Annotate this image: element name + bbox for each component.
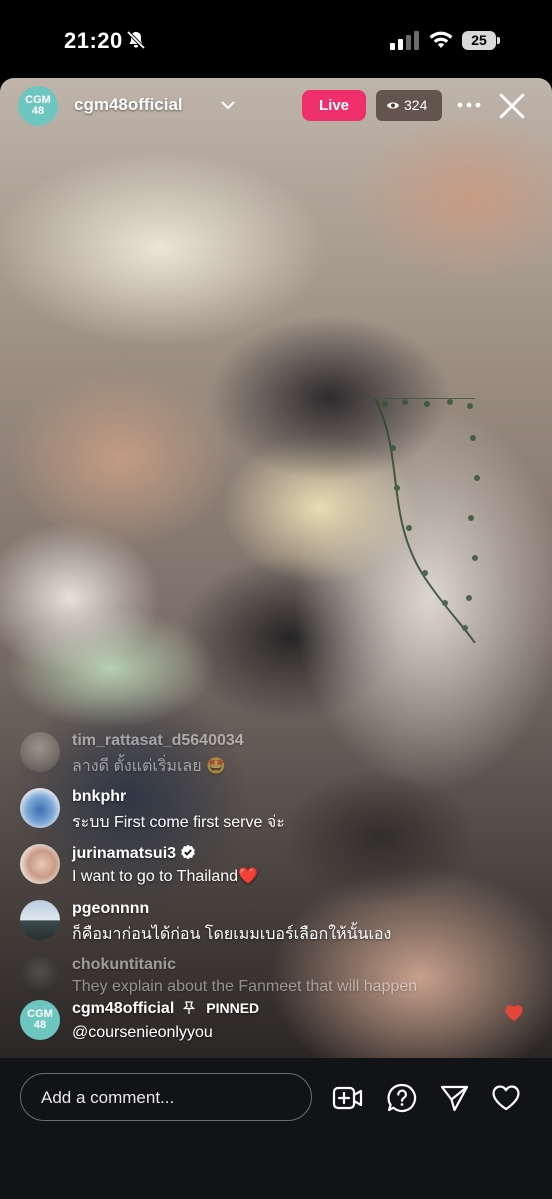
question-icon[interactable] — [386, 1082, 418, 1114]
viewer-count-value: 324 — [404, 97, 428, 113]
battery-level: 25 — [462, 31, 496, 50]
comment-avatar[interactable] — [20, 788, 60, 828]
comment-avatar[interactable] — [20, 732, 60, 772]
battery-icon: 25 — [462, 31, 502, 50]
comment-item[interactable]: bnkphr ระบบ First come first serve จ่ะ — [20, 788, 540, 831]
live-badge: Live — [302, 90, 366, 121]
garland-decoration — [374, 398, 480, 643]
comment-username[interactable]: pgeonnnn — [72, 900, 149, 918]
comment-text: I want to go to Thailand❤️ — [72, 868, 258, 885]
wifi-icon — [429, 31, 453, 48]
verified-badge-icon — [181, 844, 195, 860]
comment-username[interactable]: chokuntitanic — [72, 956, 176, 974]
comment-input-placeholder: Add a comment... — [41, 1088, 175, 1107]
comment-avatar[interactable] — [20, 844, 60, 884]
pinned-comment[interactable]: CGM 48 cgm48official PINNED @coursenieonl… — [20, 1000, 540, 1044]
comment-input[interactable]: Add a comment... — [20, 1073, 312, 1121]
heart-icon[interactable] — [490, 1082, 522, 1114]
host-name[interactable]: cgm48official — [74, 95, 183, 115]
comment-username[interactable]: bnkphr — [72, 788, 126, 806]
add-video-icon[interactable] — [332, 1082, 364, 1114]
pinned-username[interactable]: cgm48official PINNED — [72, 1000, 259, 1018]
close-icon[interactable] — [498, 92, 526, 120]
comment-text: ก็คือมาก่อนได้ก่อน โดยเมมเบอร์เลือกให้นั… — [72, 926, 392, 943]
status-bar: 21:20 25 — [0, 0, 552, 78]
heart-reaction-icon — [505, 1005, 523, 1021]
bottom-bar: Add a comment... — [0, 1058, 552, 1199]
comment-item[interactable]: chokuntitanic They explain about the Fan… — [20, 956, 540, 998]
bell-muted-icon — [126, 30, 146, 50]
comment-avatar[interactable] — [20, 900, 60, 940]
host-avatar[interactable]: CGM 48 — [18, 86, 58, 126]
comment-text: ระบบ First come first serve จ่ะ — [72, 814, 285, 831]
viewer-count[interactable]: 324 — [376, 90, 442, 121]
comment-item[interactable]: jurinamatsui3 I want to go to Thailand❤️ — [20, 844, 540, 886]
status-time: 21:20 — [64, 28, 123, 53]
comment-text: They explain about the Fanmeet that will… — [72, 978, 418, 995]
comment-username[interactable]: tim_rattasat_d5640034 — [72, 732, 244, 750]
chevron-down-icon[interactable] — [220, 98, 236, 112]
signal-icon — [390, 31, 419, 50]
comment-avatar[interactable] — [20, 956, 60, 996]
comment-item[interactable]: pgeonnnn ก็คือมาก่อนได้ก่อน โดยเมมเบอร์เ… — [20, 900, 540, 943]
pinned-avatar[interactable]: CGM 48 — [20, 1000, 60, 1040]
pinned-username-text[interactable]: cgm48official — [72, 1000, 174, 1017]
comment-username[interactable]: jurinamatsui3 — [72, 844, 196, 863]
send-icon[interactable] — [438, 1082, 470, 1114]
pinned-label: PINNED — [206, 1000, 260, 1016]
more-options-icon[interactable] — [456, 94, 482, 116]
comment-text: ลางดี ตั้งแต่เริ่มเลย 🤩 — [72, 758, 226, 775]
comment-username-text[interactable]: jurinamatsui3 — [72, 845, 176, 862]
pinned-text[interactable]: @coursenieonlyyou — [72, 1024, 213, 1042]
comment-item[interactable]: tim_rattasat_d5640034 ลางดี ตั้งแต่เริ่ม… — [20, 732, 540, 775]
eye-icon — [387, 102, 399, 109]
pin-icon — [183, 1001, 196, 1014]
